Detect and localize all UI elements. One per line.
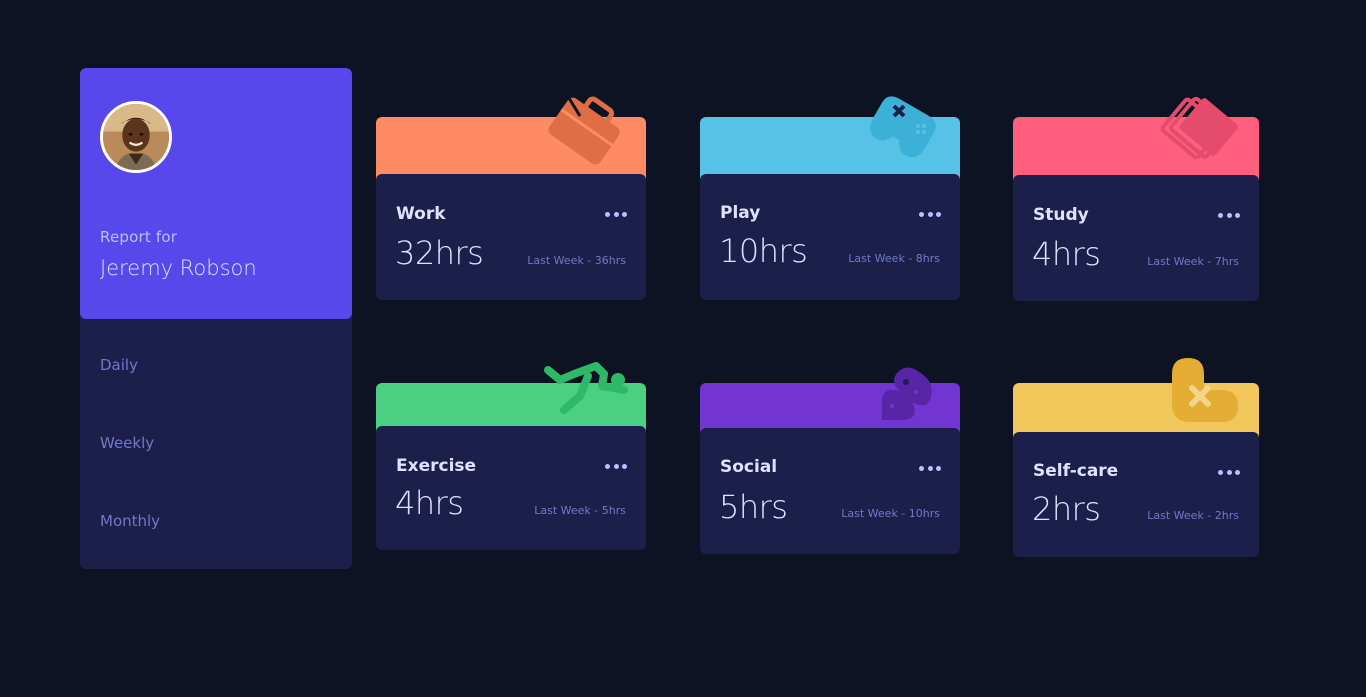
gamepad-icon bbox=[870, 96, 936, 158]
exercise-card-body: Exercise 4hrs Last Week - 5hrs bbox=[376, 426, 646, 550]
card-hours: 4hrs bbox=[395, 484, 464, 522]
card-hours: 5hrs bbox=[719, 488, 788, 526]
card-title: Study bbox=[1033, 205, 1089, 225]
ellipsis-icon[interactable] bbox=[1218, 213, 1240, 219]
card-hours: 4hrs bbox=[1032, 235, 1101, 273]
period-monthly-button[interactable]: Monthly bbox=[100, 512, 160, 530]
card-previous: Last Week - 8hrs bbox=[848, 252, 940, 265]
ellipsis-icon[interactable] bbox=[1218, 470, 1240, 476]
ellipsis-icon[interactable] bbox=[919, 466, 941, 472]
card-title: Play bbox=[720, 203, 761, 223]
ellipsis-icon[interactable] bbox=[605, 464, 627, 470]
play-card-body: Play 10hrs Last Week - 8hrs bbox=[700, 174, 960, 300]
card-title: Social bbox=[720, 457, 778, 477]
period-daily-button[interactable]: Daily bbox=[100, 356, 138, 374]
heart-bandage-icon bbox=[1172, 358, 1238, 422]
report-for-label: Report for bbox=[100, 228, 178, 246]
card-hours: 32hrs bbox=[395, 234, 484, 272]
card-previous: Last Week - 5hrs bbox=[534, 504, 626, 517]
card-title: Self-care bbox=[1033, 461, 1119, 481]
avatar bbox=[100, 101, 172, 173]
chat-bubbles-icon bbox=[882, 367, 932, 420]
period-weekly-button[interactable]: Weekly bbox=[100, 434, 154, 452]
card-hours: 10hrs bbox=[719, 232, 808, 270]
card-previous: Last Week - 10hrs bbox=[841, 507, 940, 520]
card-hours: 2hrs bbox=[1032, 490, 1101, 528]
work-card-body: Work 32hrs Last Week - 36hrs bbox=[376, 174, 646, 300]
card-previous: Last Week - 2hrs bbox=[1147, 509, 1239, 522]
social-card-body: Social 5hrs Last Week - 10hrs bbox=[700, 428, 960, 554]
user-name: Jeremy Robson bbox=[100, 256, 257, 280]
card-previous: Last Week - 36hrs bbox=[527, 254, 626, 267]
ellipsis-icon[interactable] bbox=[605, 212, 627, 218]
running-person-icon bbox=[544, 362, 628, 414]
selfcare-card-body: Self-care 2hrs Last Week - 2hrs bbox=[1013, 432, 1259, 557]
study-card-body: Study 4hrs Last Week - 7hrs bbox=[1013, 175, 1259, 301]
briefcase-icon bbox=[548, 89, 620, 165]
ellipsis-icon[interactable] bbox=[919, 212, 941, 218]
avatar-image bbox=[103, 104, 169, 170]
profile-card: Report for Jeremy Robson Daily Weekly Mo… bbox=[80, 68, 352, 569]
card-title: Work bbox=[396, 204, 446, 224]
books-icon bbox=[1160, 96, 1239, 160]
card-previous: Last Week - 7hrs bbox=[1147, 255, 1239, 268]
card-title: Exercise bbox=[396, 456, 477, 476]
profile-header: Report for Jeremy Robson bbox=[80, 68, 352, 319]
